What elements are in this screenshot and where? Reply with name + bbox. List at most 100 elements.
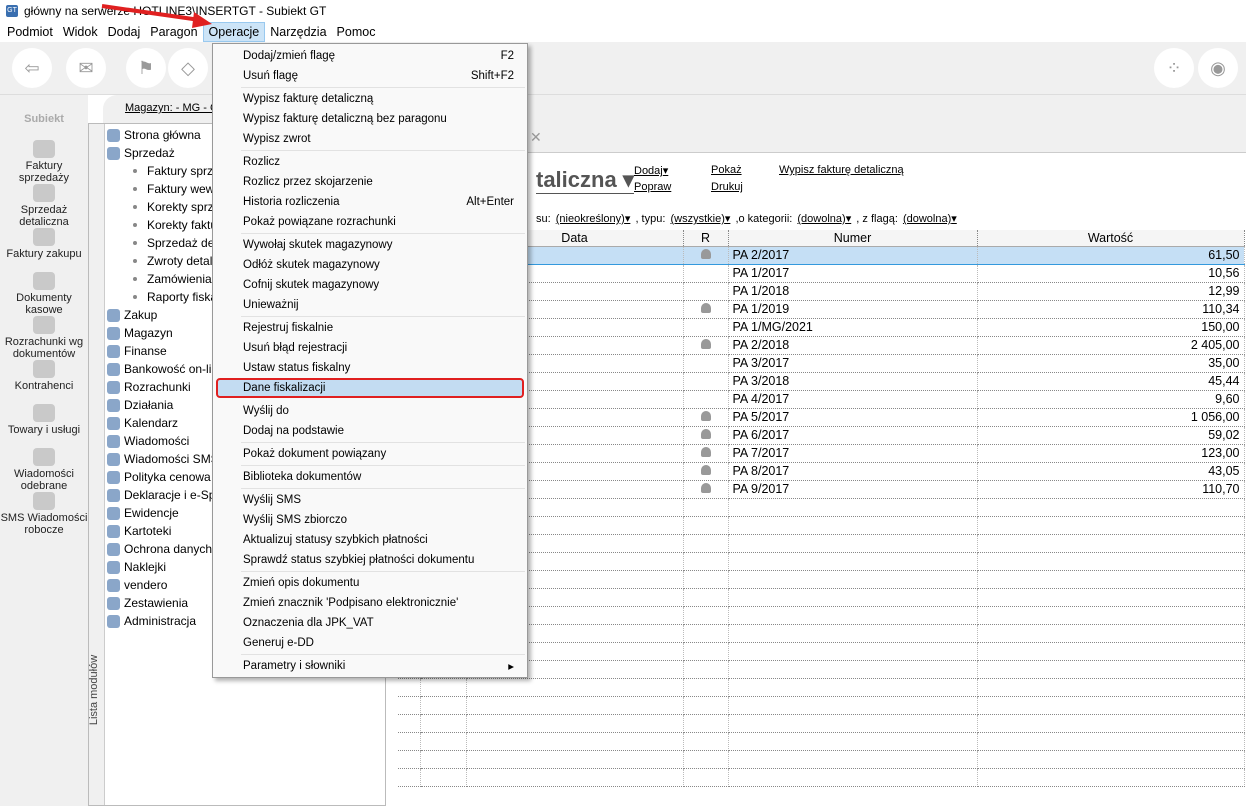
- nav-item[interactable]: Towary i usługi: [0, 404, 88, 448]
- menu-item[interactable]: Zmień znacznik 'Podpisano elektronicznie…: [213, 593, 527, 613]
- pokaz-link[interactable]: Pokaż: [711, 164, 742, 176]
- menu-dodaj[interactable]: Dodaj: [103, 23, 146, 41]
- module-item[interactable]: Bankowość on-line: [107, 360, 217, 378]
- module-item[interactable]: Sprzedaż detaliczna: [107, 234, 217, 252]
- menu-item[interactable]: Dodaj/zmień flagę F2: [213, 46, 527, 66]
- nav-item[interactable]: Wiadomości odebrane: [0, 448, 88, 492]
- module-item[interactable]: Rozrachunki: [107, 378, 217, 396]
- dodaj-link[interactable]: Dodaj▾: [634, 164, 668, 177]
- module-item[interactable]: Polityka cenowa: [107, 468, 217, 486]
- menu-item[interactable]: Dane fiskalizacji: [216, 378, 524, 398]
- nav-item[interactable]: Dokumenty kasowe: [0, 272, 88, 316]
- module-item[interactable]: Faktury sprzedaży: [107, 162, 217, 180]
- table-row[interactable]: [398, 732, 1245, 751]
- menu-operacje[interactable]: Operacje: [202, 22, 266, 42]
- nav-item[interactable]: Rozrachunki wg dokumentów: [0, 316, 88, 360]
- menu-item[interactable]: Wyślij SMS zbiorczo: [213, 510, 527, 530]
- nav-item[interactable]: Faktury zakupu: [0, 228, 88, 272]
- column-header-wartosc[interactable]: Wartość: [977, 230, 1245, 247]
- module-item[interactable]: Zakup: [107, 306, 217, 324]
- nav-item[interactable]: Faktury sprzedaży: [0, 140, 88, 184]
- module-list-toggle[interactable]: Lista modułów: [88, 124, 105, 805]
- menu-pomoc[interactable]: Pomoc: [332, 23, 381, 41]
- table-row[interactable]: [398, 768, 1245, 787]
- status-filter[interactable]: (nieokreślony)▾: [556, 213, 631, 225]
- module-item[interactable]: Zamówienia: [107, 270, 217, 288]
- module-item[interactable]: Naklejki: [107, 558, 217, 576]
- magazyn-link[interactable]: Magazyn: - MG - G: [125, 102, 219, 114]
- tag-icon[interactable]: ◇: [168, 48, 208, 88]
- module-item[interactable]: Faktury wewnętrzne: [107, 180, 217, 198]
- module-item[interactable]: Wiadomości: [107, 432, 217, 450]
- menu-item[interactable]: Wywołaj skutek magazynowy: [213, 235, 527, 255]
- menu-item[interactable]: Usuń błąd rejestracji: [213, 338, 527, 358]
- type-filter[interactable]: (wszystkie)▾: [670, 213, 730, 225]
- menu-item[interactable]: Rozlicz: [213, 152, 527, 172]
- wypisz-fakture-link[interactable]: Wypisz fakturę detaliczną: [779, 164, 904, 176]
- module-item[interactable]: Ewidencje: [107, 504, 217, 522]
- module-item[interactable]: Raporty fiskalne: [107, 288, 217, 306]
- menu-item[interactable]: Oznaczenia dla JPK_VAT: [213, 613, 527, 633]
- module-item[interactable]: Magazyn: [107, 324, 217, 342]
- menu-item[interactable]: Sprawdź status szybkiej płatności dokume…: [213, 550, 527, 570]
- document-view-title[interactable]: taliczna ▾: [536, 167, 634, 194]
- category-filter[interactable]: (dowolna)▾: [797, 213, 851, 225]
- module-item[interactable]: Sprzedaż: [107, 144, 217, 162]
- menu-item[interactable]: Odłóż skutek magazynowy: [213, 255, 527, 275]
- menu-item[interactable]: Historia rozliczenia Alt+Enter: [213, 192, 527, 212]
- menu-item[interactable]: Pokaż dokument powiązany: [213, 444, 527, 464]
- menu-item[interactable]: Dodaj na podstawie: [213, 421, 527, 441]
- menu-item[interactable]: Wyślij SMS: [213, 490, 527, 510]
- mail-icon[interactable]: ✉: [66, 48, 106, 88]
- flag-icon[interactable]: ⚑: [126, 48, 166, 88]
- module-item[interactable]: Deklaracje i e-Sprawozdania: [107, 486, 217, 504]
- module-item[interactable]: Wiadomości SMS: [107, 450, 217, 468]
- table-row[interactable]: [398, 714, 1245, 733]
- menu-item[interactable]: Pokaż powiązane rozrachunki: [213, 212, 527, 232]
- column-header-numer[interactable]: Numer: [728, 230, 978, 247]
- nav-item[interactable]: Sprzedaż detaliczna: [0, 184, 88, 228]
- module-item[interactable]: Zwroty detaliczne: [107, 252, 217, 270]
- module-item[interactable]: Finanse: [107, 342, 217, 360]
- menu-paragon[interactable]: Paragon: [145, 23, 202, 41]
- module-item[interactable]: Korekty faktur: [107, 216, 217, 234]
- close-tab-icon[interactable]: ✕: [530, 129, 542, 146]
- menu-widok[interactable]: Widok: [58, 23, 103, 41]
- menu-item[interactable]: Wypisz zwrot: [213, 129, 527, 149]
- menu-item[interactable]: Parametry i słowniki ▸: [213, 656, 527, 676]
- menu-podmiot[interactable]: Podmiot: [2, 23, 58, 41]
- globe-icon[interactable]: ◉: [1198, 48, 1238, 88]
- menu-item[interactable]: Rozlicz przez skojarzenie: [213, 172, 527, 192]
- module-item[interactable]: Zestawienia: [107, 594, 217, 612]
- menu-item[interactable]: Wyślij do: [213, 401, 527, 421]
- menu-item[interactable]: Zmień opis dokumentu: [213, 573, 527, 593]
- menu-item[interactable]: Wypisz fakturę detaliczną bez paragonu: [213, 109, 527, 129]
- flag-filter[interactable]: (dowolna)▾: [903, 213, 957, 225]
- table-row[interactable]: [398, 678, 1245, 697]
- nav-item[interactable]: SMS Wiadomości robocze: [0, 492, 88, 536]
- menu-narzędzia[interactable]: Narzędzia: [265, 23, 331, 41]
- menu-item[interactable]: Aktualizuj statusy szybkich płatności: [213, 530, 527, 550]
- menu-item[interactable]: Cofnij skutek magazynowy: [213, 275, 527, 295]
- menu-item[interactable]: Wypisz fakturę detaliczną: [213, 89, 527, 109]
- module-item[interactable]: Korekty sprzedaży: [107, 198, 217, 216]
- menu-item[interactable]: Generuj e-DD: [213, 633, 527, 653]
- table-row[interactable]: [398, 750, 1245, 769]
- menu-item[interactable]: Biblioteka dokumentów: [213, 467, 527, 487]
- menu-item[interactable]: Rejestruj fiskalnie: [213, 318, 527, 338]
- column-header-r[interactable]: R: [683, 230, 729, 247]
- module-item[interactable]: Kartoteki: [107, 522, 217, 540]
- module-item[interactable]: Działania: [107, 396, 217, 414]
- nav-item[interactable]: Kontrahenci: [0, 360, 88, 404]
- table-row[interactable]: [398, 696, 1245, 715]
- menu-item[interactable]: Usuń flagę Shift+F2: [213, 66, 527, 86]
- drukuj-link[interactable]: Drukuj: [711, 181, 743, 193]
- module-item[interactable]: vendero: [107, 576, 217, 594]
- module-item[interactable]: Administracja: [107, 612, 217, 630]
- module-item[interactable]: Kalendarz: [107, 414, 217, 432]
- back-icon[interactable]: ⇦: [12, 48, 52, 88]
- module-item[interactable]: Strona główna: [107, 126, 217, 144]
- menu-item[interactable]: Unieważnij: [213, 295, 527, 315]
- module-item[interactable]: Ochrona danych: [107, 540, 217, 558]
- popraw-link[interactable]: Popraw: [634, 181, 671, 193]
